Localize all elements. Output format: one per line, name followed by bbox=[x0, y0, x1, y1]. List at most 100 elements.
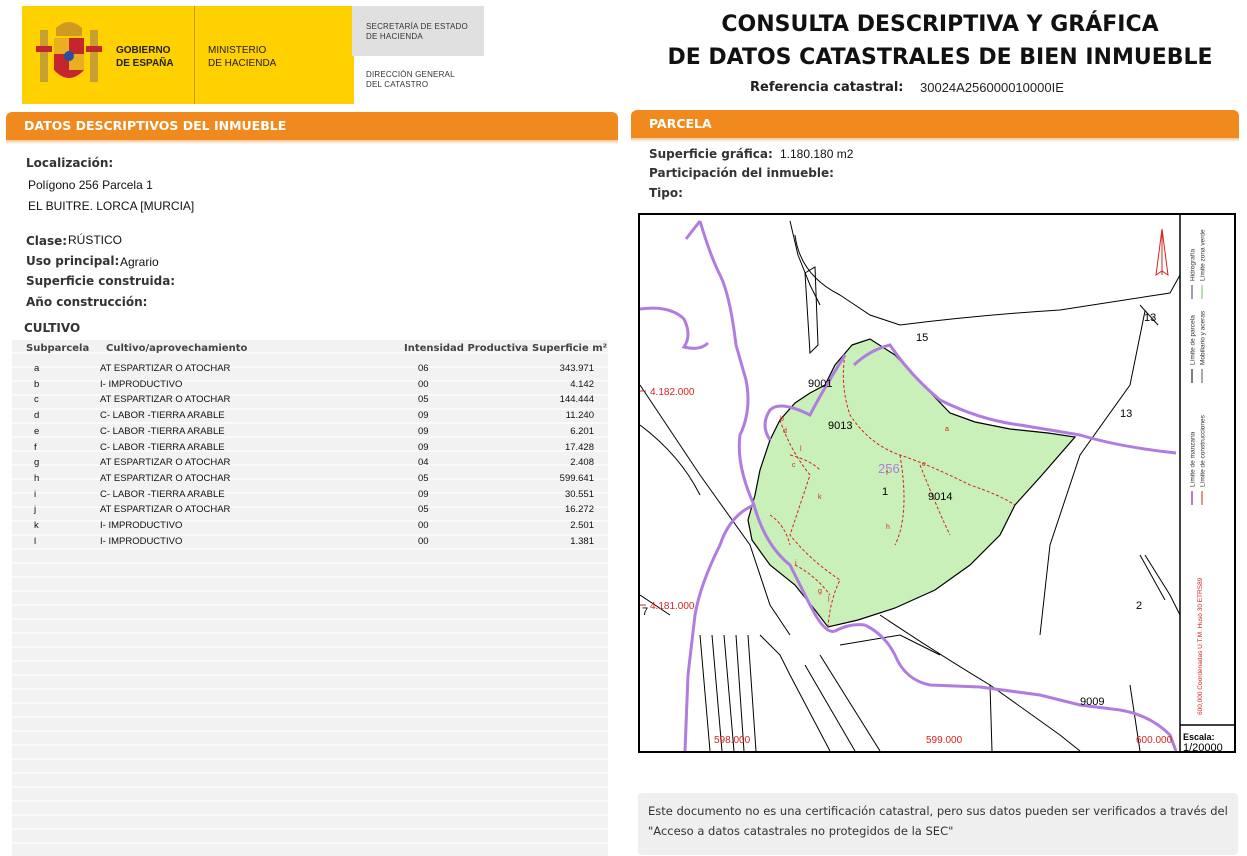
table-row: i C- LABOR -TIERRA ARABLE 09 30.551 bbox=[12, 488, 608, 503]
cell-superficie: 16.272 bbox=[564, 504, 594, 516]
cell-superficie: 2.501 bbox=[570, 520, 594, 531]
section-title: DATOS DESCRIPTIVOS DEL INMUEBLE bbox=[24, 118, 287, 133]
legend-manzana: Límite de manzana bbox=[1190, 431, 1197, 487]
cell-cultivo: AT ESPARTIZAR O ATOCHAR bbox=[100, 457, 231, 469]
cell-subparcela: e bbox=[34, 425, 40, 437]
cadastral-map[interactable]: 15 13 13 9001 9013 256 1 9014 2 9009 7 a… bbox=[638, 213, 1236, 753]
cell-superficie: 11.240 bbox=[565, 410, 594, 422]
cell-cultivo: C- LABOR -TIERRA ARABLE bbox=[100, 425, 225, 437]
clase-value: RÚSTICO bbox=[68, 233, 122, 247]
participacion-label: Participación del inmueble: bbox=[649, 166, 834, 180]
legend-zona-verde: Límite zona verde bbox=[1200, 229, 1207, 281]
page-title: CONSULTA DESCRIPTIVA Y GRÁFICA DE DATOS … bbox=[640, 8, 1240, 74]
subparcel-label: f bbox=[886, 470, 888, 477]
cell-intensidad: 09 bbox=[418, 425, 429, 437]
cell-intensidad: 06 bbox=[418, 363, 429, 374]
th-subparcela: Subparcela bbox=[26, 343, 90, 354]
cell-superficie: 2.408 bbox=[570, 457, 594, 469]
cell-intensidad: 00 bbox=[418, 520, 429, 531]
cell-subparcela: i bbox=[34, 488, 37, 500]
cell-cultivo: AT ESPARTIZAR O ATOCHAR bbox=[100, 504, 231, 516]
ref-value: 30024A256000010000IE bbox=[920, 80, 1064, 95]
table-row: k I- IMPRODUCTIVO 00 2.501 bbox=[12, 519, 608, 534]
subparcel-label: g bbox=[818, 588, 822, 595]
cell-cultivo: I- IMPRODUCTIVO bbox=[100, 520, 183, 531]
cell-superficie: 343.971 bbox=[559, 363, 594, 374]
table-row: j AT ESPARTIZAR O ATOCHAR 05 16.272 bbox=[12, 503, 608, 518]
localizacion-line-2: EL BUITRE. LORCA [MURCIA] bbox=[28, 199, 195, 213]
parcel-256-1[interactable] bbox=[747, 338, 1077, 628]
cell-cultivo: AT ESPARTIZAR O ATOCHAR bbox=[100, 394, 231, 406]
section-header-descriptivos: DATOS DESCRIPTIVOS DEL INMUEBLE bbox=[6, 112, 618, 144]
escala-value: 1/20000 bbox=[1183, 742, 1223, 751]
map-label-9001: 9001 bbox=[808, 378, 832, 390]
table-row: c AT ESPARTIZAR O ATOCHAR 05 144.444 bbox=[12, 393, 608, 408]
map-label-13b: 13 bbox=[1120, 408, 1132, 420]
cell-subparcela: f bbox=[34, 441, 37, 453]
legend-parcela: Límite de parcela bbox=[1190, 315, 1197, 365]
cell-intensidad: 00 bbox=[418, 378, 429, 390]
section-header-parcela: PARCELA bbox=[631, 110, 1239, 142]
cell-cultivo: C- LABOR -TIERRA ARABLE bbox=[100, 441, 225, 453]
map-label-7: 7 bbox=[642, 606, 648, 618]
cell-subparcela: l bbox=[34, 535, 37, 547]
subparcel-label: b bbox=[780, 416, 784, 423]
coat-of-arms-icon bbox=[36, 22, 102, 82]
ref-label: Referencia catastral: bbox=[750, 80, 904, 95]
subparcel-label: j bbox=[827, 595, 830, 602]
gobierno-text: GOBIERNO DE ESPAÑA bbox=[116, 45, 174, 69]
title-line-2: DE DATOS CATASTRALES DE BIEN INMUEBLE bbox=[667, 45, 1213, 70]
table-row: f C- LABOR -TIERRA ARABLE 09 17.428 bbox=[12, 441, 608, 456]
cell-cultivo: C- LABOR -TIERRA ARABLE bbox=[100, 410, 225, 422]
subparcel-label: c bbox=[792, 462, 796, 469]
cell-intensidad: 09 bbox=[418, 488, 429, 500]
cell-subparcela: c bbox=[34, 394, 39, 406]
north-arrow-icon bbox=[1155, 228, 1169, 277]
map-label-13a: 13 bbox=[1144, 312, 1156, 324]
superficie-construida-label: Superficie construida: bbox=[26, 274, 176, 288]
cell-intensidad: 00 bbox=[418, 535, 429, 547]
anio-construccion-label: Año construcción: bbox=[26, 295, 148, 309]
uso-label: Uso principal: bbox=[26, 254, 120, 268]
th-superficie: Superficie m² bbox=[532, 343, 608, 354]
table-row: d C- LABOR -TIERRA ARABLE 09 11.240 bbox=[12, 409, 608, 424]
coord-x-600000: 600.000 bbox=[1136, 735, 1173, 746]
map-svg: 15 13 13 9001 9013 256 1 9014 2 9009 7 a… bbox=[640, 215, 1234, 751]
table-row: g AT ESPARTIZAR O ATOCHAR 04 2.408 bbox=[12, 456, 608, 471]
localizacion-label: Localización: bbox=[26, 156, 114, 170]
th-intensidad: Intensidad Productiva bbox=[404, 343, 529, 354]
cell-cultivo: I- IMPRODUCTIVO bbox=[100, 535, 183, 547]
cell-subparcela: k bbox=[34, 520, 39, 531]
cell-intensidad: 09 bbox=[418, 410, 429, 422]
table-row: h AT ESPARTIZAR O ATOCHAR 05 599.641 bbox=[12, 472, 608, 487]
localizacion-line-1: Polígono 256 Parcela 1 bbox=[28, 178, 153, 192]
cell-subparcela: h bbox=[34, 472, 40, 484]
cell-superficie: 599.641 bbox=[559, 472, 594, 484]
tipo-label: Tipo: bbox=[649, 186, 683, 200]
map-label-256: 256 bbox=[878, 461, 900, 476]
cell-subparcela: a bbox=[34, 363, 40, 374]
escala-label: Escala: bbox=[1183, 732, 1215, 742]
cell-subparcela: j bbox=[34, 504, 37, 516]
legend-mobiliario: Mobiliario y aceras bbox=[1200, 310, 1207, 365]
legend-hidrografia: Hidrografía bbox=[1190, 248, 1197, 281]
coord-x-598000: 598.000 bbox=[714, 735, 751, 746]
secretaria-box: SECRETARÍA DE ESTADO DE HACIENDA bbox=[352, 6, 484, 56]
table-row: a AT ESPARTIZAR O ATOCHAR 06 343.971 bbox=[12, 362, 608, 377]
map-label-2: 2 bbox=[1136, 600, 1142, 612]
cell-cultivo: AT ESPARTIZAR O ATOCHAR bbox=[100, 363, 231, 374]
cell-cultivo: AT ESPARTIZAR O ATOCHAR bbox=[100, 472, 231, 484]
title-line-1: CONSULTA DESCRIPTIVA Y GRÁFICA bbox=[721, 12, 1159, 37]
subparcel-label: h bbox=[886, 524, 890, 531]
superficie-grafica-value: 1.180.180 m2 bbox=[780, 147, 854, 161]
map-label-9014: 9014 bbox=[928, 491, 952, 503]
cultivo-table: Subparcela Cultivo/aprovechamiento Inten… bbox=[12, 340, 608, 856]
cell-superficie: 144.444 bbox=[559, 394, 594, 406]
ministerio-text: MINISTERIO DE HACIENDA bbox=[208, 45, 277, 69]
uso-value: Agrario bbox=[120, 255, 159, 269]
legend-construcciones: Límite de construcciones bbox=[1200, 414, 1207, 487]
utm-note: 600,000 Coordenadas U.T.M. Huso 30 ETRS8… bbox=[1197, 577, 1204, 715]
cell-intensidad: 05 bbox=[418, 472, 429, 484]
map-label-1: 1 bbox=[882, 486, 888, 498]
disclaimer-notice: Este documento no es una certificación c… bbox=[638, 793, 1238, 855]
